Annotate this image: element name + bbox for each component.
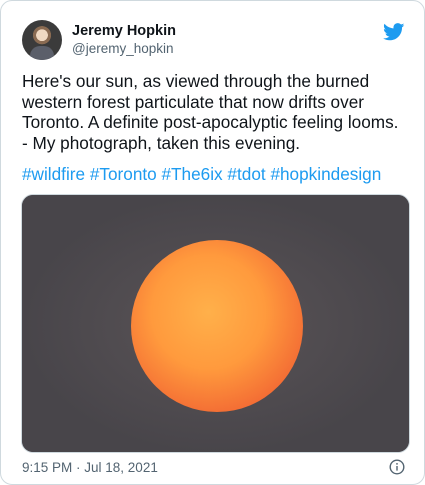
tweet-text: Here's our sun, as viewed through the bu… bbox=[22, 71, 399, 153]
hashtag-link[interactable]: #Toronto bbox=[90, 164, 162, 184]
hashtag-link[interactable]: #hopkindesign bbox=[270, 164, 381, 184]
tweet-photo[interactable] bbox=[21, 194, 410, 453]
hashtag-link[interactable]: #wildfire bbox=[22, 164, 90, 184]
sun-disc bbox=[131, 240, 303, 412]
hashtag-link[interactable]: #tdot bbox=[227, 164, 270, 184]
sun-photo-image bbox=[22, 195, 409, 452]
author-display-name[interactable]: Jeremy Hopkin bbox=[72, 22, 176, 40]
hashtag-link[interactable]: #The6ix bbox=[162, 164, 228, 184]
info-icon[interactable] bbox=[389, 459, 405, 475]
tweet-timestamp[interactable]: 9:15 PM · Jul 18, 2021 bbox=[22, 460, 158, 475]
hashtag-row: #wildfire #Toronto #The6ix #tdot #hopkin… bbox=[22, 164, 407, 185]
avatar[interactable] bbox=[22, 20, 62, 60]
twitter-bird-icon[interactable] bbox=[383, 23, 405, 41]
author-handle[interactable]: @jeremy_hopkin bbox=[72, 40, 176, 58]
tweet-header: Jeremy Hopkin @jeremy_hopkin bbox=[22, 20, 176, 60]
tweet-card[interactable]: Jeremy Hopkin @jeremy_hopkin Here's our … bbox=[0, 0, 425, 485]
author-info: Jeremy Hopkin @jeremy_hopkin bbox=[72, 22, 176, 58]
